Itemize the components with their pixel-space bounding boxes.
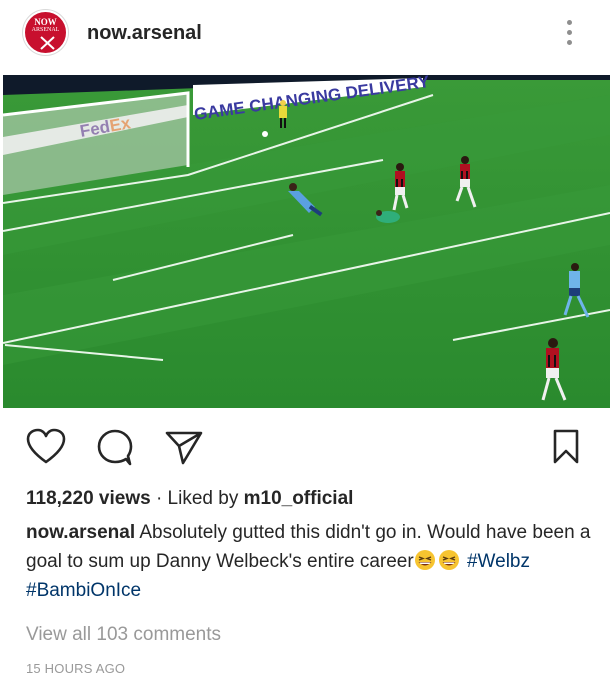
grinning-squinting-face-icon (414, 550, 435, 570)
hashtag-link[interactable]: #BambiOnIce (26, 580, 141, 601)
football-pitch-image: FedEx GAME CHANGING DELIVERY (3, 75, 610, 408)
avatar-text-line2: ARSENAL (31, 27, 60, 33)
bookmark-icon[interactable] (552, 428, 580, 466)
post-timestamp: 15 HOURS AGO (26, 661, 126, 676)
caption: now.arsenal Absolutely gutted this didn'… (26, 518, 591, 605)
avatar[interactable]: NOW ARSENAL (23, 10, 68, 55)
caption-author[interactable]: now.arsenal (26, 522, 135, 543)
post-username[interactable]: now.arsenal (87, 22, 202, 45)
avatar-text-line1: NOW (34, 17, 57, 27)
action-bar (0, 420, 615, 476)
views-line: 118,220 views · Liked by m10_official (26, 488, 353, 510)
comment-icon[interactable] (96, 428, 136, 468)
grinning-squinting-face-icon (438, 550, 459, 570)
view-all-comments-link[interactable]: View all 103 comments (26, 624, 221, 646)
post-header: NOW ARSENAL now.arsenal (0, 0, 615, 70)
post-video[interactable]: FedEx GAME CHANGING DELIVERY (3, 75, 610, 408)
more-vertical-icon[interactable] (560, 18, 580, 48)
liked-by-user[interactable]: m10_official (244, 488, 354, 509)
views-count[interactable]: 118,220 views (26, 488, 151, 509)
crossed-cannons-icon (40, 36, 55, 50)
hashtag-link[interactable]: #Welbz (467, 551, 530, 572)
heart-icon[interactable] (26, 428, 66, 466)
liked-by-label: · Liked by (150, 488, 244, 509)
share-icon[interactable] (164, 428, 204, 466)
